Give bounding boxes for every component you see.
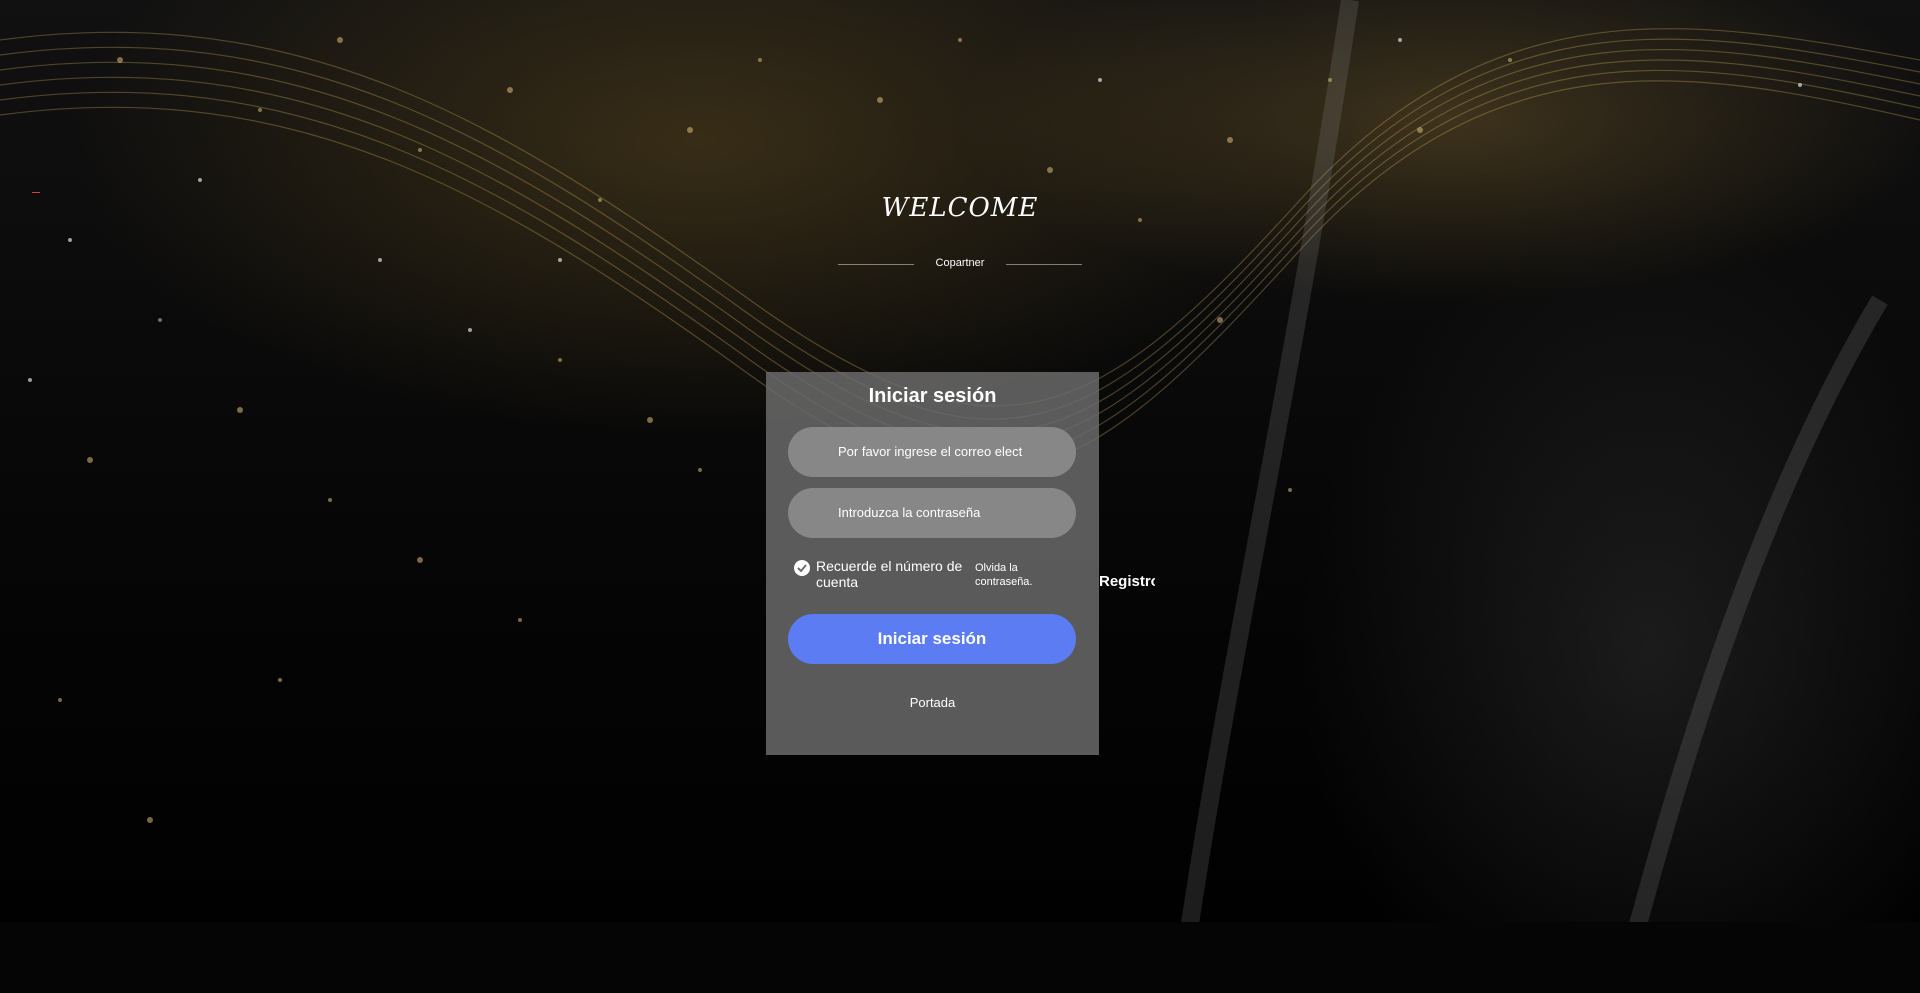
checkmark-icon[interactable] <box>794 560 810 576</box>
brand-name: Copartner <box>935 257 985 269</box>
password-input[interactable] <box>788 488 1076 538</box>
brand-row: Copartner <box>838 256 1082 272</box>
remember-account-label: Recuerde el número de cuenta <box>816 558 963 590</box>
login-button[interactable]: Iniciar sesión <box>788 614 1076 664</box>
brand-divider-right <box>1006 264 1082 265</box>
register-link[interactable]: Registro <box>1099 573 1155 590</box>
login-card: Iniciar sesión Recuerde el número de cue… <box>766 372 1099 755</box>
welcome-heading: WELCOME <box>881 193 1039 223</box>
login-title: Iniciar sesión <box>868 385 997 407</box>
email-input[interactable] <box>788 427 1076 477</box>
footer-band <box>0 922 1920 993</box>
forgot-password-link[interactable]: Olvida la contraseña. <box>975 561 1065 589</box>
home-link[interactable]: Portada <box>766 695 1099 710</box>
